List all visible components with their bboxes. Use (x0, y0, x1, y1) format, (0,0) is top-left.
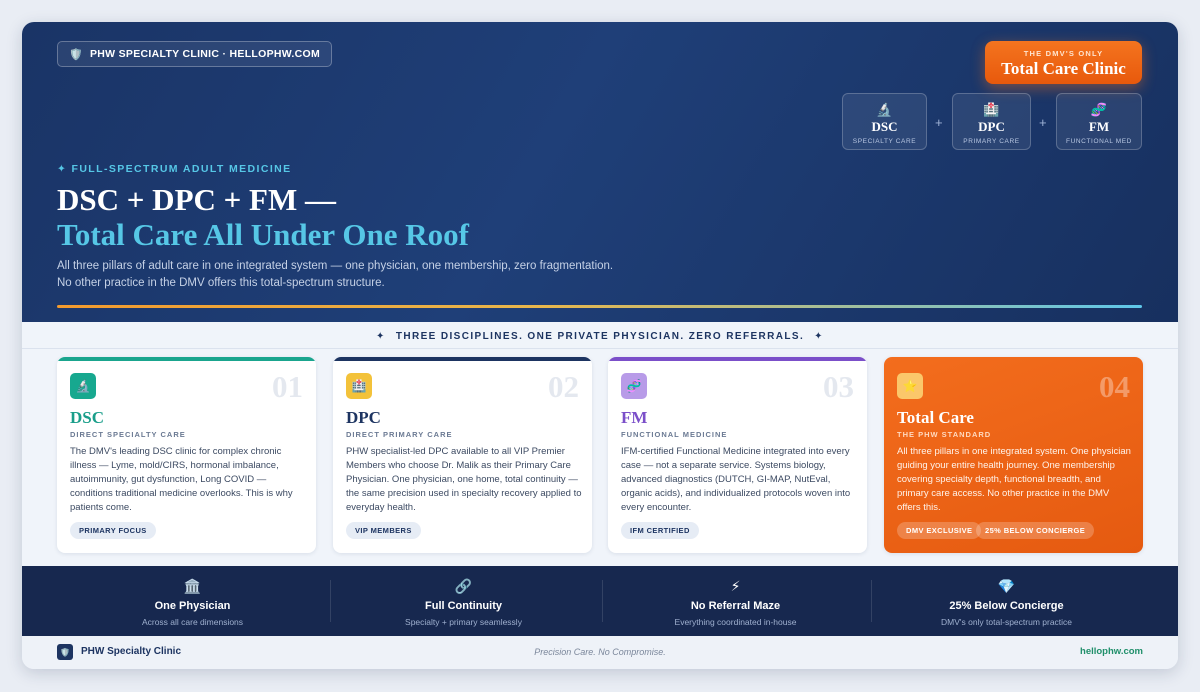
card-subtitle: DIRECT SPECIALTY CARE (70, 430, 186, 439)
card-number: 01 (272, 369, 303, 404)
mini-title: DSC (871, 119, 898, 134)
benefits-band: 🏛️ One Physician Across all care dimensi… (22, 566, 1178, 636)
hospital-icon: 🏥 (346, 373, 372, 399)
card-dsc[interactable]: 🔬 01 DSC DIRECT SPECIALTY CARE The DMV's… (57, 357, 316, 553)
card-number: 04 (1099, 369, 1130, 404)
benefit-subtitle: Specialty + primary seamlessly (405, 617, 522, 627)
hero-section: 🛡️ PHW SPECIALTY CLINIC · HELLOPHW.COM T… (22, 22, 1178, 322)
card-description: All three pillars in one integrated syst… (897, 446, 1131, 513)
plus-sign: + (1039, 115, 1047, 130)
strip-divider (22, 348, 1178, 349)
brand-label: PHW SPECIALTY CLINIC · HELLOPHW.COM (90, 48, 321, 60)
strip-text: THREE DISCIPLINES. ONE PRIVATE PHYSICIAN… (395, 330, 805, 342)
badge-title: Total Care Clinic (1001, 59, 1126, 78)
benefit-title: Full Continuity (425, 600, 502, 612)
badge-eyebrow: THE DMV'S ONLY (1023, 49, 1104, 58)
benefit-no-referral-maze: ⚡ No Referral Maze Everything coordinate… (591, 566, 880, 636)
benefit-full-continuity: 🔗 Full Continuity Specialty + primary se… (319, 566, 608, 636)
card-accent-bar (608, 357, 867, 361)
hero-eyebrow: ✦ FULL-SPECTRUM ADULT MEDICINE (57, 163, 292, 175)
benefit-subtitle: Everything coordinated in-house (674, 617, 797, 627)
card-dpc[interactable]: 🏥 02 DPC DIRECT PRIMARY CARE PHW special… (333, 357, 592, 553)
link-icon: 🔗 (454, 578, 473, 594)
benefit-title: No Referral Maze (690, 600, 781, 612)
card-number: 03 (823, 369, 854, 404)
benefit-title: One Physician (154, 600, 231, 612)
card-tag: PRIMARY FOCUS (70, 522, 156, 539)
footer: 🛡️ PHW Specialty Clinic Precision Care. … (22, 636, 1178, 669)
headline-line-1: DSC + DPC + FM — (57, 182, 336, 217)
mini-sub: SPECIALTY CARE (852, 138, 917, 145)
card-number: 02 (548, 369, 579, 404)
mini-title: DPC (978, 119, 1005, 134)
card-title: Total Care (897, 408, 974, 427)
mini-sub: PRIMARY CARE (963, 138, 1020, 145)
mini-card-dsc[interactable]: 🔬 DSC SPECIALTY CARE (842, 93, 927, 150)
card-subtitle: THE PHW STANDARD (897, 430, 992, 439)
tagline-strip: ✦ THREE DISCIPLINES. ONE PRIVATE PHYSICI… (22, 322, 1178, 350)
mini-card-dpc[interactable]: 🏥 DPC PRIMARY CARE (952, 93, 1031, 150)
building-icon: 🏛️ (183, 578, 202, 594)
benefit-title: 25% Below Concierge (949, 600, 1064, 612)
shield-icon: 🛡️ (69, 48, 83, 61)
star-icon: ✦ (376, 330, 386, 342)
card-tag: VIP MEMBERS (346, 522, 421, 539)
hero-description: All three pillars of adult care in one i… (57, 260, 614, 289)
hospital-icon: 🏥 (983, 102, 1000, 117)
mini-title: FM (1088, 119, 1110, 134)
card-subtitle: FUNCTIONAL MEDICINE (621, 430, 728, 439)
dna-icon: 🧬 (621, 373, 647, 399)
card-accent-bar (333, 357, 592, 361)
card-tag: IFM CERTIFIED (621, 522, 699, 539)
benefit-below-concierge: 💎 25% Below Concierge DMV's only total-s… (862, 566, 1151, 636)
star-icon: ⭐ (897, 373, 923, 399)
footer-url-link[interactable]: hellophw.com (1080, 646, 1143, 657)
footer-tagline: Precision Care. No Compromise. (534, 647, 666, 657)
card-description: The DMV's leading DSC clinic for complex… (70, 446, 293, 513)
card-fm[interactable]: 🧬 03 FM FUNCTIONAL MEDICINE IFM-certifie… (608, 357, 867, 553)
card-tag-below-concierge: 25% BELOW CONCIERGE (976, 522, 1095, 539)
gradient-divider (57, 305, 1142, 308)
card-tag-dmv-exclusive: DMV EXCLUSIVE (897, 522, 982, 539)
page: 🛡️ PHW SPECIALTY CLINIC · HELLOPHW.COM T… (22, 22, 1178, 669)
headline-line-2: Total Care All Under One Roof (57, 217, 469, 252)
card-subtitle: DIRECT PRIMARY CARE (346, 430, 453, 439)
lightning-icon: ⚡ (730, 578, 741, 594)
microscope-icon: 🔬 (70, 373, 96, 399)
card-title: FM (621, 408, 648, 427)
benefit-subtitle: Across all care dimensions (141, 617, 244, 627)
benefit-one-physician: 🏛️ One Physician Across all care dimensi… (48, 566, 337, 636)
total-care-badge: THE DMV'S ONLY Total Care Clinic (985, 41, 1142, 84)
card-title: DPC (346, 408, 381, 427)
plus-sign: + (935, 115, 943, 130)
card-total-care[interactable]: ⭐ 04 Total Care THE PHW STANDARD All thr… (884, 357, 1143, 553)
mini-sub: FUNCTIONAL MED (1066, 138, 1132, 145)
dna-icon: 🧬 (1090, 102, 1108, 117)
mini-card-fm[interactable]: 🧬 FM FUNCTIONAL MED (1056, 93, 1142, 150)
card-description: PHW specialist-led DPC available to all … (346, 446, 582, 513)
diamond-icon: 💎 (997, 578, 1016, 594)
brand-pill[interactable]: 🛡️ PHW SPECIALTY CLINIC · HELLOPHW.COM (57, 41, 333, 67)
card-accent-bar (57, 357, 316, 361)
card-description: IFM-certified Functional Medicine integr… (621, 446, 851, 513)
card-title: DSC (70, 408, 105, 427)
star-icon: ✦ (814, 330, 824, 342)
benefit-subtitle: DMV's only total-spectrum practice (940, 617, 1073, 627)
microscope-icon: 🔬 (876, 102, 893, 117)
